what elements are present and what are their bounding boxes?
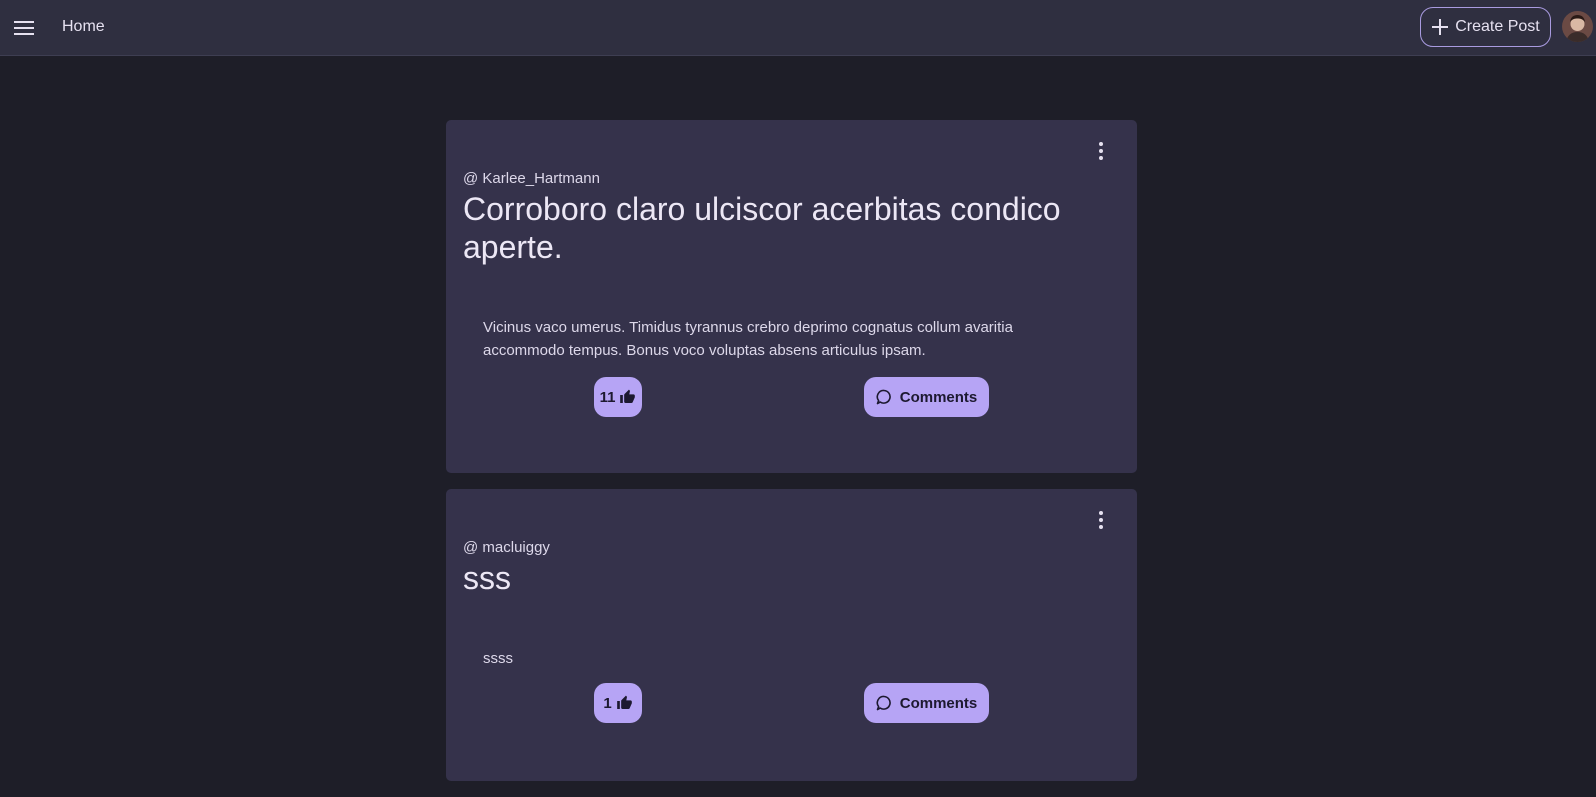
more-vert-icon: [1099, 142, 1103, 160]
thumb-up-icon: [616, 695, 633, 711]
post-options-button[interactable]: [1089, 139, 1113, 163]
like-button[interactable]: 11: [594, 377, 642, 417]
post-title: Corroboro claro ulciscor acerbitas condi…: [463, 191, 1061, 265]
create-post-label: Create Post: [1455, 18, 1540, 35]
chat-bubble-icon: [876, 695, 892, 711]
menu-button[interactable]: [8, 12, 40, 44]
like-count: 1: [603, 694, 612, 712]
post-card: @ Karlee_Hartmann Corroboro claro ulcisc…: [446, 120, 1137, 473]
thumb-up-icon: [619, 389, 636, 405]
home-link[interactable]: Home: [62, 18, 105, 36]
post-body: ssss: [483, 650, 513, 667]
top-app-bar: Home Create Post: [0, 0, 1596, 56]
post-card: @ macluiggy sss ssss 1 Comments: [446, 489, 1137, 781]
plus-icon: [1431, 18, 1449, 36]
more-vert-icon: [1099, 511, 1103, 529]
comments-button[interactable]: Comments: [864, 683, 989, 723]
create-post-button[interactable]: Create Post: [1420, 7, 1551, 47]
post-author[interactable]: @ macluiggy: [463, 539, 550, 556]
post-title: sss: [463, 560, 511, 596]
post-author[interactable]: @ Karlee_Hartmann: [463, 170, 600, 187]
like-button[interactable]: 1: [594, 683, 642, 723]
post-options-button[interactable]: [1089, 508, 1113, 532]
comments-label: Comments: [899, 388, 978, 406]
hamburger-menu-icon: [14, 20, 34, 36]
comments-button[interactable]: Comments: [864, 377, 989, 417]
post-body: Vicinus vaco umerus. Timidus tyrannus cr…: [483, 319, 1013, 359]
like-count: 11: [599, 388, 616, 406]
user-avatar[interactable]: [1562, 11, 1593, 42]
comments-label: Comments: [899, 694, 978, 712]
chat-bubble-icon: [876, 389, 892, 405]
